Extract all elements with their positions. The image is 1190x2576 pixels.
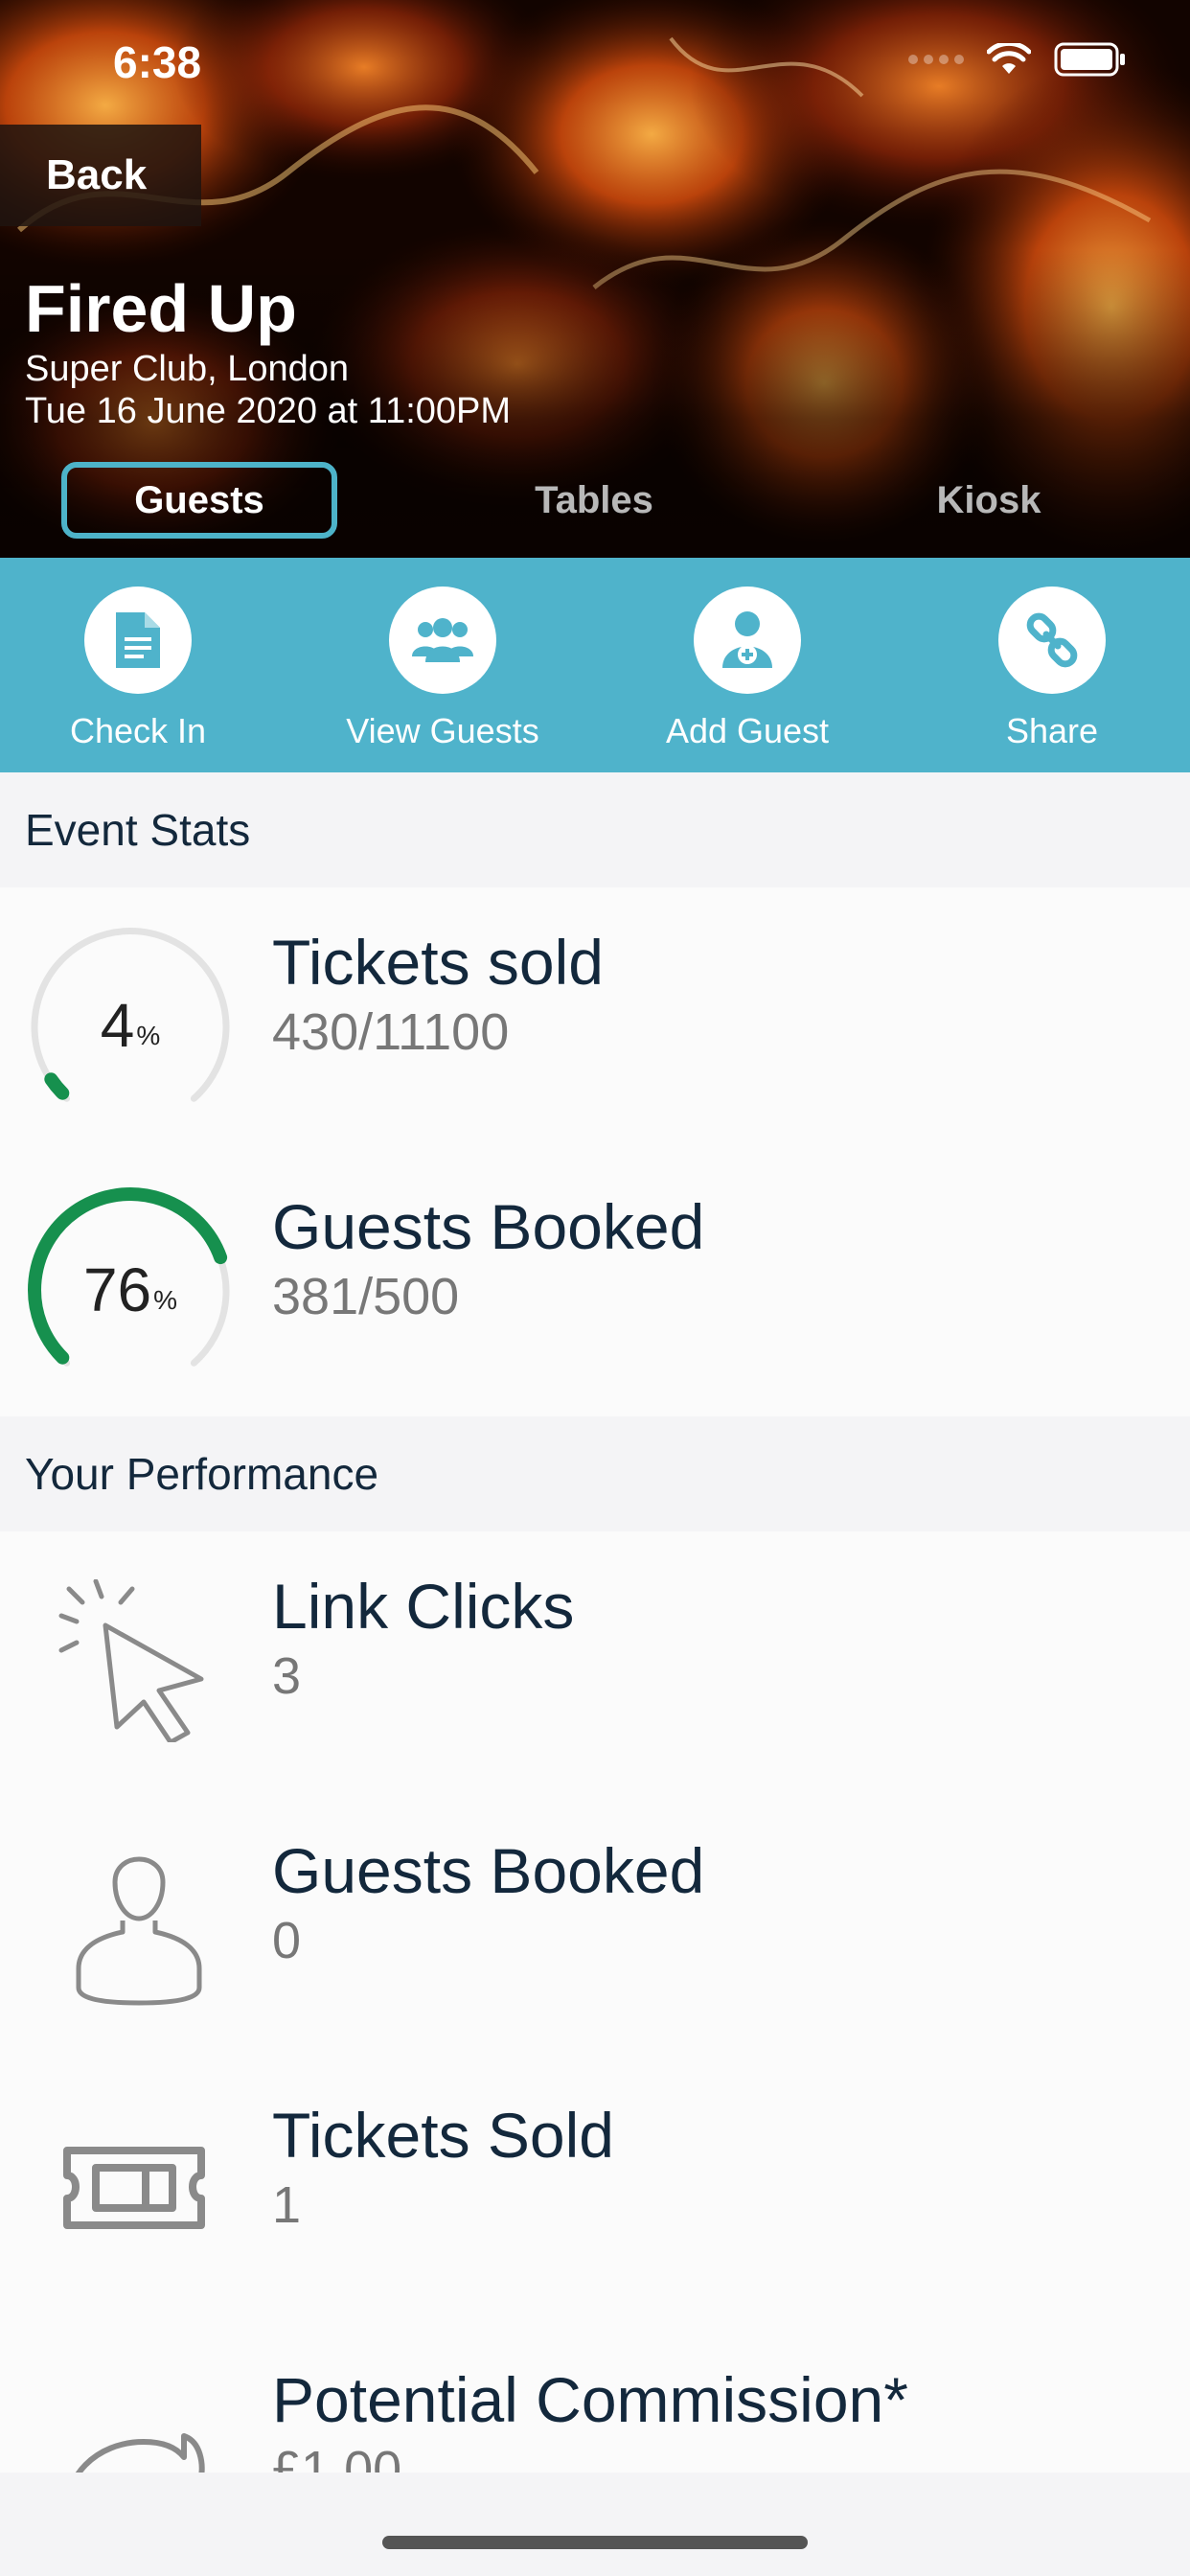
tickets-sold-percent-sign: %: [136, 1021, 161, 1050]
home-indicator-area: [0, 2472, 1190, 2576]
back-button[interactable]: Back: [0, 125, 201, 226]
check-in-button[interactable]: Check In: [13, 586, 263, 751]
commission-title: Potential Commission*: [272, 2364, 908, 2435]
event-venue: Super Club, London: [25, 349, 350, 389]
link-clicks-title: Link Clicks: [272, 1571, 575, 1642]
view-guests-button[interactable]: View Guests: [318, 586, 567, 751]
tab-guests[interactable]: Guests: [61, 462, 337, 539]
perf-guests-booked-value: 0: [272, 1912, 302, 1969]
event-stats-heading: Event Stats: [0, 772, 1190, 887]
guests-booked-title: Guests Booked: [272, 1191, 705, 1262]
event-datetime: Tue 16 June 2020 at 11:00PM: [25, 391, 512, 431]
performance-heading: Your Performance: [0, 1416, 1190, 1531]
guests-booked-value: 381/500: [272, 1268, 460, 1325]
status-indicators: [908, 42, 1127, 77]
perf-tickets-sold-value: 1: [272, 2176, 302, 2234]
tickets-sold-title: Tickets sold: [272, 927, 604, 998]
add-guest-label: Add Guest: [665, 711, 830, 750]
stat-row-guests-booked: 76% Guests Booked 381/500: [0, 1152, 1190, 1416]
perf-row-tickets-sold: Tickets Sold 1: [0, 2060, 1190, 2325]
add-guest-button[interactable]: Add Guest: [623, 586, 872, 751]
group-icon: [412, 618, 473, 662]
perf-tickets-sold-title: Tickets Sold: [272, 2100, 615, 2171]
perf-row-commission: Potential Commission* £1.00: [0, 2325, 1190, 2472]
tickets-sold-percent-value: 4: [100, 991, 135, 1060]
perf-guests-booked-title: Guests Booked: [272, 1835, 705, 1906]
event-header: 6:38 Back Fired Up Super Club, London Tu…: [0, 0, 1190, 558]
stat-row-tickets-sold: 4% Tickets sold 430/11100: [0, 887, 1190, 1152]
check-in-label: Check In: [69, 711, 207, 750]
tab-tables[interactable]: Tables: [456, 462, 732, 539]
action-bar: Check In View Guests Add Guest Share: [0, 558, 1190, 772]
tickets-sold-percent: 4%: [25, 920, 236, 1131]
wifi-icon: [987, 43, 1031, 74]
check-in-icon-circle: [84, 586, 192, 694]
person-icon: [76, 1856, 202, 2006]
view-guests-icon-circle: [389, 586, 496, 694]
event-title: Fired Up: [25, 271, 297, 346]
battery-icon: [1054, 42, 1125, 77]
tab-bar: Guests Tables Kiosk: [0, 458, 1190, 544]
document-icon: [116, 612, 160, 668]
guests-booked-gauge: 76%: [25, 1184, 236, 1395]
signal-icon: [908, 55, 964, 64]
add-guest-icon-circle: [694, 586, 801, 694]
commission-value: £1.00: [272, 2441, 402, 2472]
view-guests-label: View Guests: [346, 711, 539, 750]
guests-booked-percent-sign: %: [153, 1285, 178, 1315]
share-label: Share: [1005, 711, 1099, 750]
piggy-bank-icon: [75, 2433, 205, 2472]
cursor-click-icon: [58, 1579, 204, 1742]
status-time: 6:38: [113, 37, 202, 87]
share-icon-circle: [998, 586, 1106, 694]
home-indicator[interactable]: [382, 2536, 808, 2549]
guests-booked-percent: 76%: [25, 1184, 236, 1395]
add-user-icon: [722, 611, 772, 668]
ticket-icon: [63, 2147, 205, 2229]
share-button[interactable]: Share: [927, 586, 1177, 751]
tickets-sold-gauge: 4%: [25, 920, 236, 1131]
guests-booked-percent-value: 76: [82, 1255, 152, 1324]
perf-row-link-clicks: Link Clicks 3: [0, 1531, 1190, 1796]
link-clicks-value: 3: [272, 1647, 302, 1705]
perf-row-guests-booked: Guests Booked 0: [0, 1796, 1190, 2060]
tab-kiosk[interactable]: Kiosk: [851, 462, 1127, 539]
link-icon: [1026, 612, 1078, 668]
tickets-sold-value: 430/11100: [272, 1003, 510, 1061]
